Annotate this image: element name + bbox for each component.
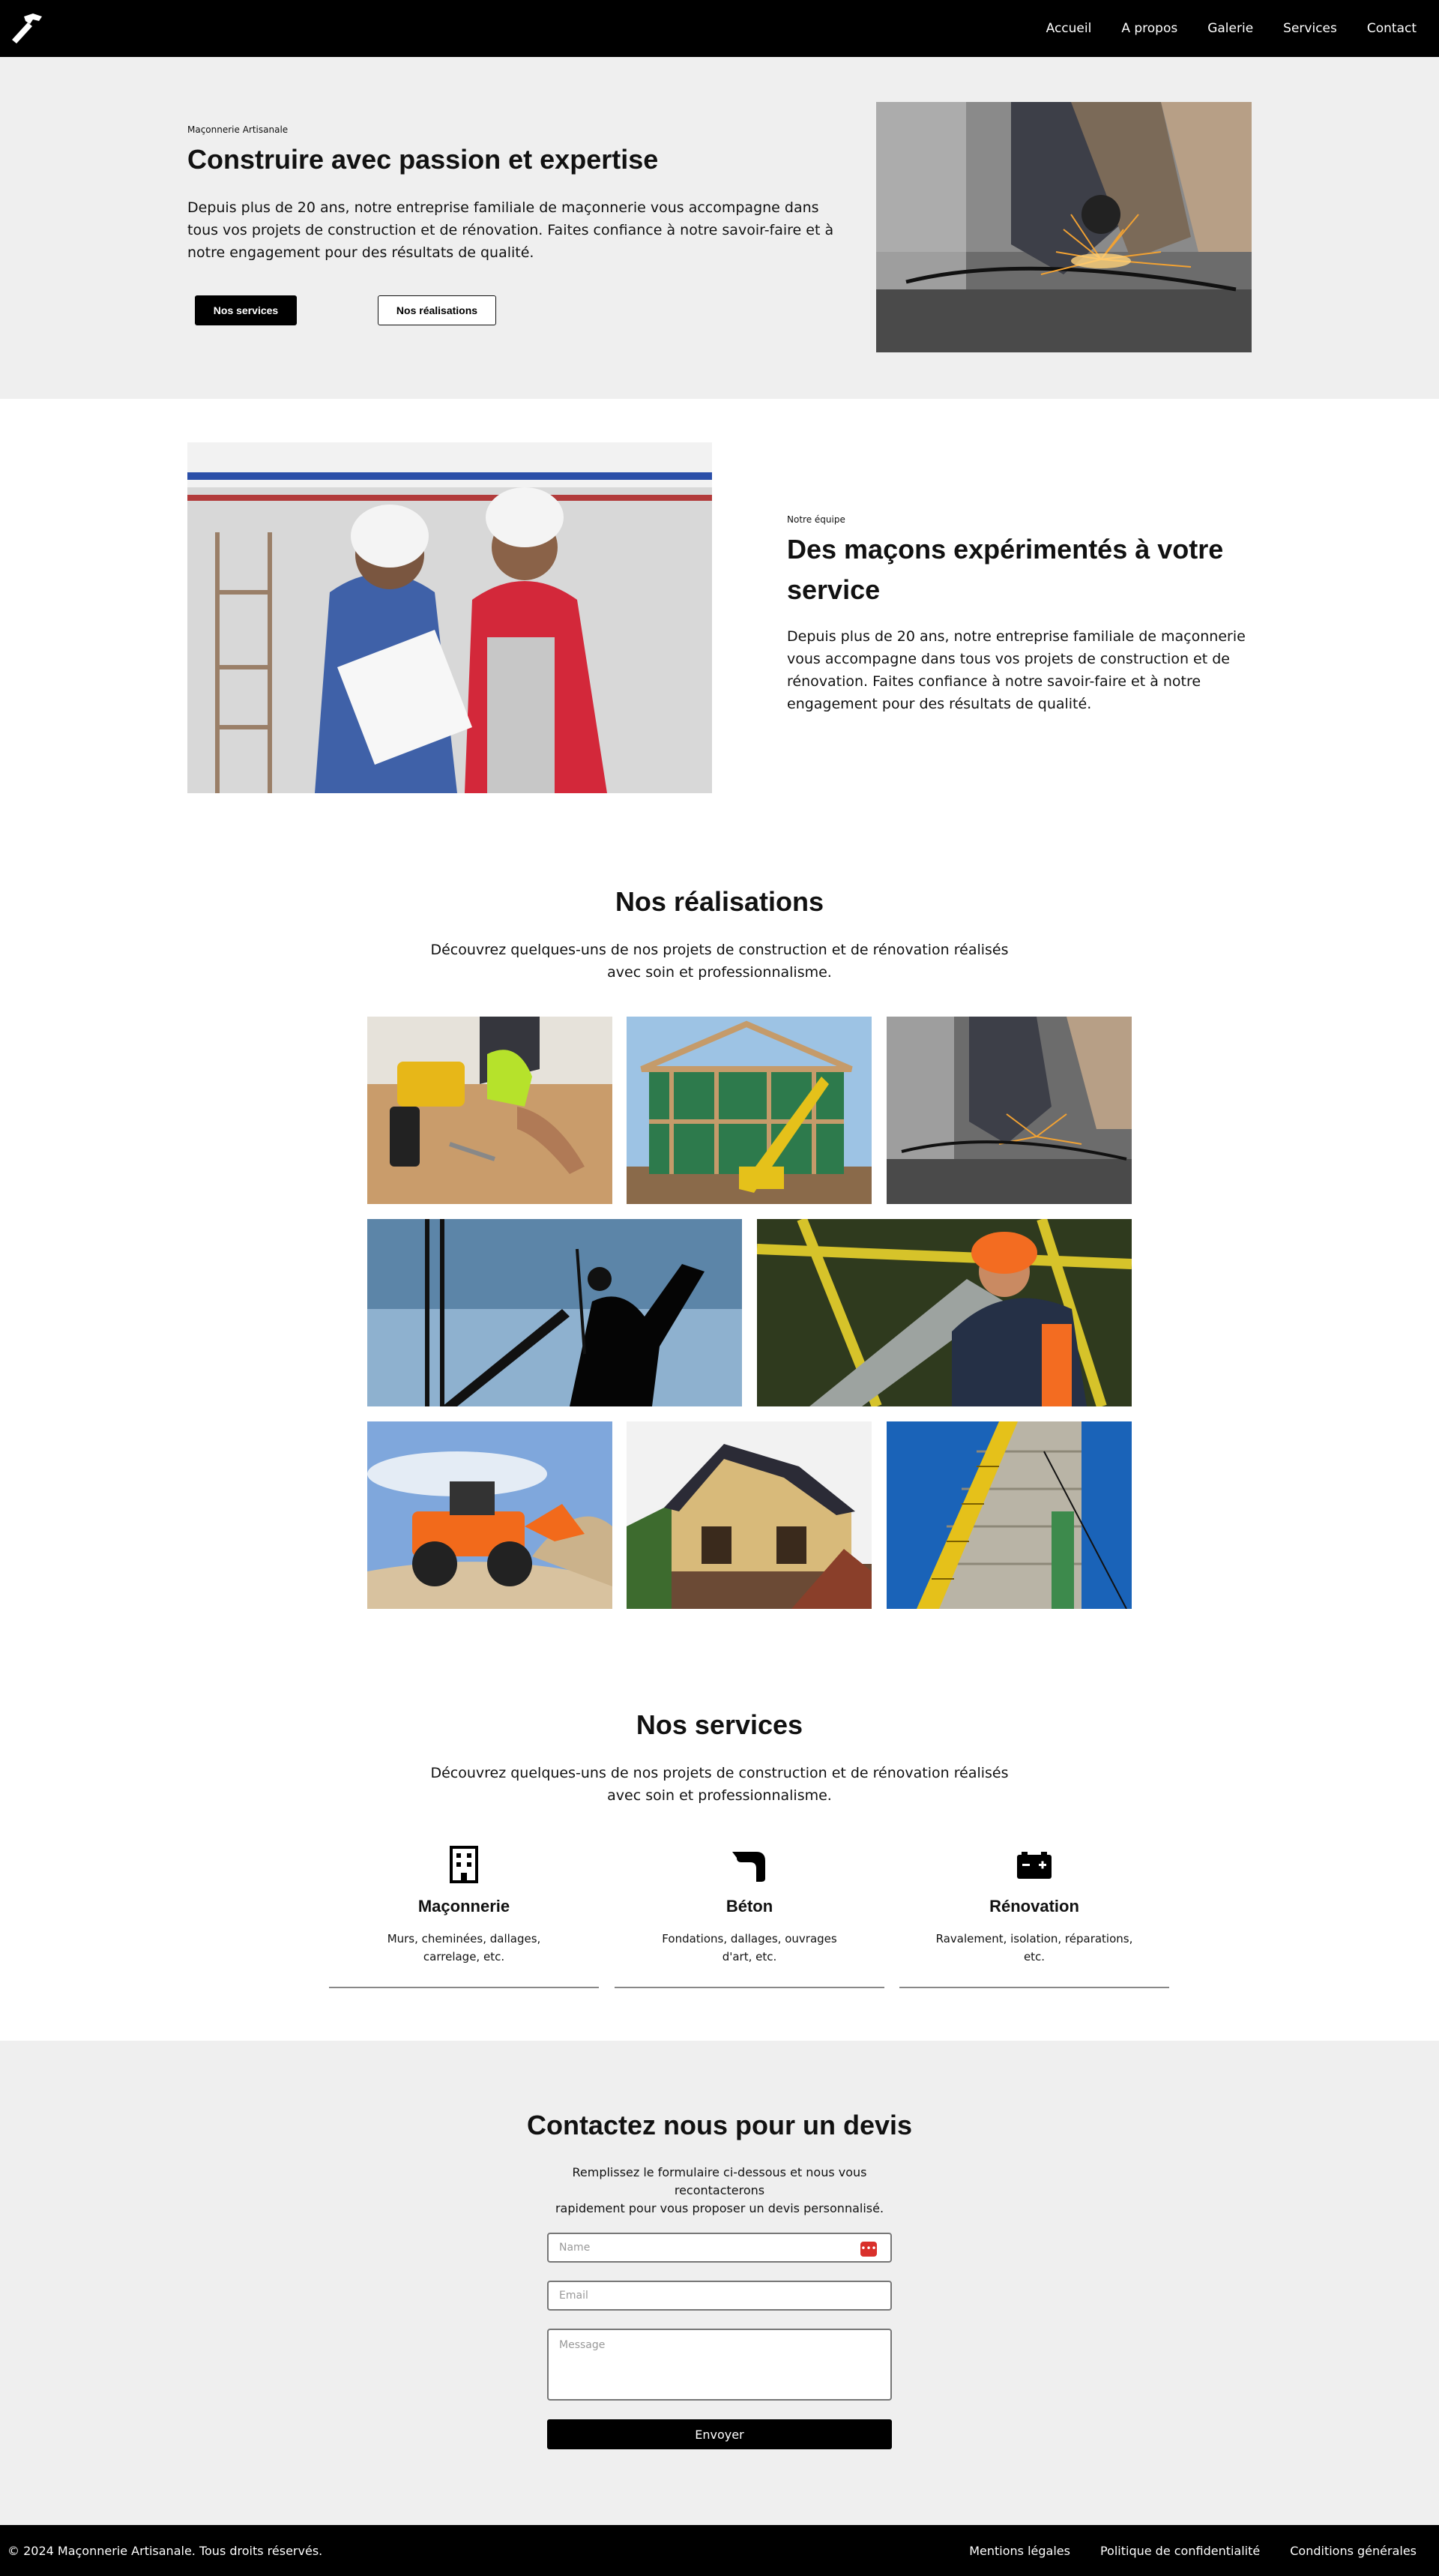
service-divider	[615, 1987, 884, 1988]
gallery-image-tower-crane[interactable]	[887, 1421, 1132, 1609]
submit-button[interactable]: Envoyer	[547, 2419, 892, 2449]
gallery-image-wooden-house[interactable]	[627, 1421, 872, 1609]
gallery-image-crane-silhouette[interactable]	[367, 1219, 742, 1406]
services-subtitle: Découvrez quelques-uns de nos projets de…	[430, 1765, 1009, 1804]
team-eyebrow: Notre équipe	[787, 514, 845, 525]
service-divider	[899, 1987, 1169, 1988]
hammer-icon[interactable]	[7, 9, 46, 48]
main-nav: Accueil A propos Galerie Services Contac…	[1046, 0, 1417, 57]
service-title: Rénovation	[989, 1897, 1079, 1916]
nav-link-galerie[interactable]: Galerie	[1207, 21, 1253, 36]
gallery-image-wheel-loader[interactable]	[367, 1421, 612, 1609]
footer-link-privacy[interactable]: Politique de confidentialité	[1100, 2544, 1260, 2558]
message-placeholder: Message	[559, 2339, 606, 2351]
email-placeholder: Email	[559, 2290, 588, 2302]
hero-image	[876, 102, 1252, 352]
realisations-button[interactable]: Nos réalisations	[378, 295, 496, 325]
top-nav-bar: Accueil A propos Galerie Services Contac…	[0, 0, 1439, 57]
gallery-image-house-frame[interactable]	[627, 1017, 872, 1204]
footer-link-mentions[interactable]: Mentions légales	[969, 2544, 1070, 2558]
contact-text-line-2: rapidement pour vous proposer un devis p…	[555, 2201, 884, 2215]
copyright-text: © 2024 Maçonnerie Artisanale. Tous droit…	[7, 2543, 323, 2558]
trowel-icon	[731, 1846, 768, 1883]
team-text: Depuis plus de 20 ans, notre entreprise …	[787, 628, 1246, 712]
nav-link-contact[interactable]: Contact	[1367, 21, 1417, 36]
hero-text: Depuis plus de 20 ans, notre entreprise …	[187, 199, 834, 261]
contact-text-line-1: Remplissez le formulaire ci-dessous et n…	[572, 2165, 867, 2197]
gallery-image-worker-pipe[interactable]	[757, 1219, 1132, 1406]
gallery-image-drill[interactable]	[367, 1017, 612, 1204]
contact-title: Contactez nous pour un devis	[526, 2110, 913, 2140]
service-title: Béton	[725, 1897, 773, 1916]
battery-icon	[1016, 1846, 1053, 1883]
service-card-renovation: Rénovation Ravalement, isolation, répara…	[899, 1846, 1169, 1988]
hero-eyebrow: Maçonnerie Artisanale	[187, 124, 289, 135]
autofill-dots-icon[interactable]: •••	[860, 2242, 877, 2257]
team-title: Des maçons expérimentés à votre service	[787, 534, 1224, 605]
footer-link-terms[interactable]: Conditions générales	[1290, 2544, 1417, 2558]
hero-title: Construire avec passion et expertise	[187, 144, 659, 175]
services-title: Nos services	[636, 1709, 803, 1740]
nav-link-accueil[interactable]: Accueil	[1046, 21, 1092, 36]
team-image	[187, 442, 712, 793]
services-button[interactable]: Nos services	[195, 295, 297, 325]
hero-section: Maçonnerie Artisanale Construire avec pa…	[0, 57, 1439, 399]
service-card-maconnerie: Maçonnerie Murs, cheminées, dallages, ca…	[329, 1846, 599, 1988]
building-icon	[445, 1846, 483, 1883]
service-divider	[329, 1987, 599, 1988]
footer-links: Mentions légales Politique de confidenti…	[969, 2525, 1417, 2576]
contact-description: Remplissez le formulaire ci-dessous et n…	[547, 2164, 892, 2218]
email-field[interactable]: Email	[547, 2281, 892, 2311]
nav-link-services[interactable]: Services	[1283, 21, 1337, 36]
service-card-beton: Béton Fondations, dallages, ouvrages d'a…	[615, 1846, 884, 1988]
nav-link-a-propos[interactable]: A propos	[1121, 21, 1177, 36]
gallery-image-grinding[interactable]	[887, 1017, 1132, 1204]
name-field[interactable]: Name •••	[547, 2233, 892, 2263]
service-text: Fondations, dallages, ouvrages d'art, et…	[662, 1932, 837, 1963]
service-title: Maçonnerie	[417, 1897, 510, 1916]
gallery-subtitle: Découvrez quelques-uns de nos projets de…	[430, 942, 1009, 981]
gallery-title: Nos réalisations	[615, 886, 824, 917]
message-field[interactable]: Message	[547, 2329, 892, 2401]
service-text: Murs, cheminées, dallages, carrelage, et…	[387, 1932, 541, 1963]
service-text: Ravalement, isolation, réparations, etc.	[935, 1932, 1133, 1963]
footer: © 2024 Maçonnerie Artisanale. Tous droit…	[0, 2525, 1439, 2576]
name-placeholder: Name	[559, 2242, 591, 2254]
contact-section: Contactez nous pour un devis Remplissez …	[0, 2041, 1439, 2525]
